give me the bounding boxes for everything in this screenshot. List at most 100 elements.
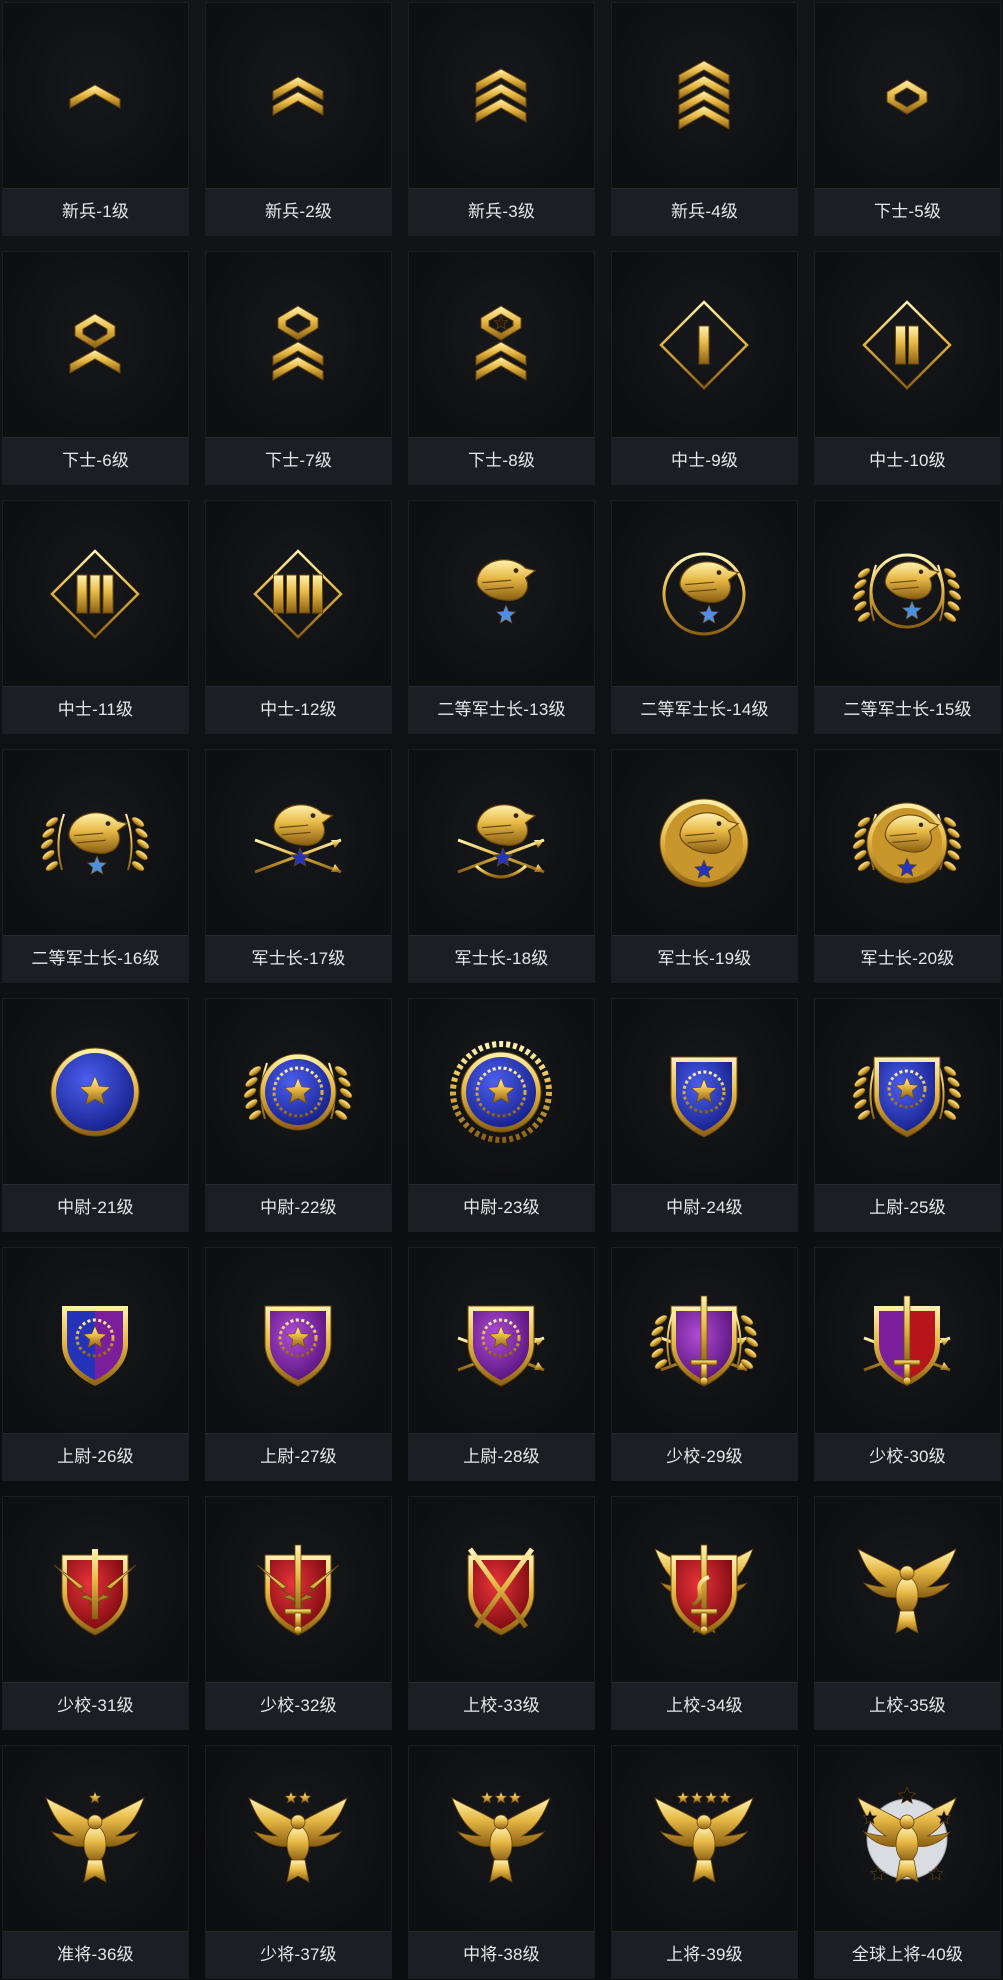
- rank-card[interactable]: 中尉-24级: [611, 998, 798, 1232]
- rank-card[interactable]: 二等军士长-14级: [611, 500, 798, 734]
- rank-card[interactable]: 中将-38级: [408, 1745, 595, 1979]
- rank-badge-area: [612, 1746, 797, 1933]
- rank-card[interactable]: 上校-33级: [408, 1496, 595, 1730]
- red-shield-crossed-swords-icon: [467, 1547, 535, 1636]
- eagle-4-star-icon: [654, 1791, 754, 1883]
- rank-badge-area: [612, 1497, 797, 1684]
- rank-card[interactable]: 军士长-18级: [408, 749, 595, 983]
- eagle-3-star-icon: [451, 1791, 551, 1883]
- eagle-ring-laurel-icon: [852, 553, 962, 629]
- rank-badge-area: [3, 3, 188, 190]
- rank-label: 中尉-22级: [206, 1184, 391, 1231]
- rank-card[interactable]: 准将-36级: [2, 1745, 189, 1979]
- rank-card[interactable]: 中士-12级: [205, 500, 392, 734]
- blue-star-disc-icon: [50, 1047, 140, 1137]
- rank-label: 下士-8级: [409, 437, 594, 484]
- rank-card[interactable]: 下士-5级: [814, 2, 1001, 236]
- rank-label: 中士-11级: [3, 686, 188, 733]
- rank-card[interactable]: 少校-31级: [2, 1496, 189, 1730]
- rank-badge-area: [815, 1746, 1000, 1933]
- rank-card[interactable]: 军士长-19级: [611, 749, 798, 983]
- rank-badge-area: [815, 252, 1000, 439]
- rank-card[interactable]: 新兵-2级: [205, 2, 392, 236]
- rank-card[interactable]: 下士-8级: [408, 251, 595, 485]
- rank-badge-area: [409, 3, 594, 190]
- rank-label: 上校-35级: [815, 1682, 1000, 1729]
- rank-card[interactable]: 新兵-4级: [611, 2, 798, 236]
- eagle-5-star-globe-icon: [857, 1786, 957, 1883]
- rank-label: 军士长-17级: [206, 935, 391, 982]
- rank-label: 二等军士长-15级: [815, 686, 1000, 733]
- rank-card[interactable]: 上校-34级: [611, 1496, 798, 1730]
- purple-red-shield-sword-icon: [863, 1295, 951, 1386]
- rank-badge-area: [206, 501, 391, 688]
- eagle-medal-laurel-icon: [852, 802, 962, 884]
- spread-eagle-icon: [857, 1548, 957, 1634]
- rank-label: 军士长-19级: [612, 935, 797, 982]
- eagle-arrows-icon: [254, 804, 342, 874]
- rank-card[interactable]: 中尉-21级: [2, 998, 189, 1232]
- rank-card[interactable]: 上校-35级: [814, 1496, 1001, 1730]
- eagle-arrows-laurel-icon: [457, 804, 545, 879]
- rank-card[interactable]: 上尉-26级: [2, 1247, 189, 1481]
- rank-badge-area: [815, 999, 1000, 1186]
- rank-label: 二等军士长-13级: [409, 686, 594, 733]
- rank-label: 军士长-20级: [815, 935, 1000, 982]
- rank-card[interactable]: 新兵-3级: [408, 2, 595, 236]
- rank-card[interactable]: 新兵-1级: [2, 2, 189, 236]
- rank-card[interactable]: 中士-11级: [2, 500, 189, 734]
- eagle-star-icon: [476, 559, 537, 624]
- blue-gear-disc-laurel-icon: [243, 1053, 353, 1131]
- rank-badge-area: [612, 750, 797, 937]
- rank-badge-area: [206, 252, 391, 439]
- rank-card[interactable]: 二等军士长-15级: [814, 500, 1001, 734]
- rank-card[interactable]: 上尉-25级: [814, 998, 1001, 1232]
- rank-card[interactable]: 上尉-28级: [408, 1247, 595, 1481]
- rank-badge-area: [815, 750, 1000, 937]
- eagle-medal-icon: [659, 798, 749, 888]
- loop-chevron-1-icon: [69, 313, 121, 374]
- rank-badge-area: [815, 3, 1000, 190]
- rank-card[interactable]: 全球上将-40级: [814, 1745, 1001, 1979]
- rank-card[interactable]: 少将-37级: [205, 1745, 392, 1979]
- rank-badge-area: [3, 750, 188, 937]
- rank-card[interactable]: 下士-7级: [205, 251, 392, 485]
- rank-label: 少将-37级: [206, 1931, 391, 1978]
- blue-gear-shield-icon: [670, 1056, 738, 1138]
- rank-card[interactable]: 上尉-27级: [205, 1247, 392, 1481]
- red-shield-sword-lightning-icon: [256, 1544, 340, 1636]
- rank-card[interactable]: 中尉-23级: [408, 998, 595, 1232]
- purple-shield-arrows-icon: [457, 1305, 545, 1387]
- rank-card[interactable]: 二等军士长-13级: [408, 500, 595, 734]
- rank-badge-area: [409, 501, 594, 688]
- rank-label: 二等军士长-16级: [3, 935, 188, 982]
- diamond-bar-3-icon: [50, 549, 140, 639]
- diamond-bar-2-icon: [862, 300, 952, 390]
- rank-card[interactable]: 上将-39级: [611, 1745, 798, 1979]
- rank-card[interactable]: 少校-32级: [205, 1496, 392, 1730]
- rank-badge-area: [612, 999, 797, 1186]
- rank-badge-area: [409, 1497, 594, 1684]
- chevron-1-icon: [69, 84, 121, 109]
- rank-card[interactable]: 少校-30级: [814, 1247, 1001, 1481]
- rank-card[interactable]: 军士长-20级: [814, 749, 1001, 983]
- rank-card[interactable]: 中尉-22级: [205, 998, 392, 1232]
- rank-card[interactable]: 军士长-17级: [205, 749, 392, 983]
- rank-label: 二等军士长-14级: [612, 686, 797, 733]
- rank-label: 上校-34级: [612, 1682, 797, 1729]
- rank-badge-area: [409, 252, 594, 439]
- rank-label: 上尉-28级: [409, 1433, 594, 1480]
- rank-card[interactable]: 下士-6级: [2, 251, 189, 485]
- blue-purple-shield-laurel-icon: [62, 1306, 128, 1386]
- rank-card[interactable]: 少校-29级: [611, 1247, 798, 1481]
- rank-card[interactable]: 中士-9级: [611, 251, 798, 485]
- rank-label: 准将-36级: [3, 1931, 188, 1978]
- rank-card[interactable]: 二等军士长-16级: [2, 749, 189, 983]
- rank-label: 下士-7级: [206, 437, 391, 484]
- rank-label: 下士-5级: [815, 188, 1000, 235]
- rank-card[interactable]: 中士-10级: [814, 251, 1001, 485]
- rank-label: 少校-31级: [3, 1682, 188, 1729]
- rank-label: 中尉-24级: [612, 1184, 797, 1231]
- rank-grid: 新兵-1级 新兵-2级 新兵-3级 新兵-4级 下士-5级下士-6级 下士-7级 下士-8级…: [2, 2, 1001, 1979]
- eagle-laurel-icon: [40, 812, 150, 875]
